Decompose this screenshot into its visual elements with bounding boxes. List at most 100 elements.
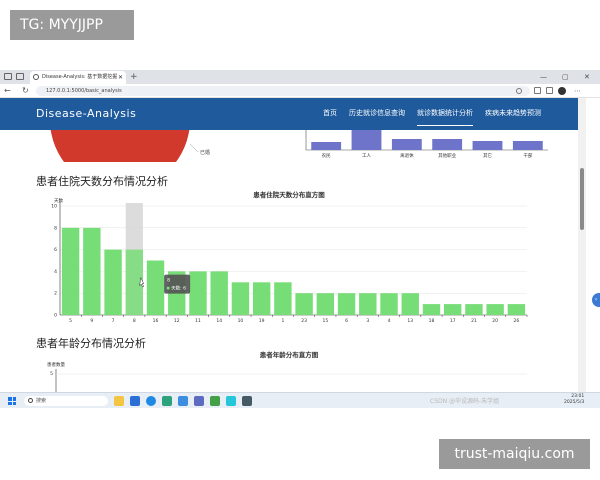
nav-history-query[interactable]: 历史就诊信息查询 (349, 98, 405, 128)
close-window-icon[interactable]: ✕ (584, 70, 590, 84)
back-icon[interactable]: ← (4, 84, 11, 98)
taskbar: 搜索 CSDN @毕设源码-朱学姐 23:01 2025/5/3 (0, 392, 600, 408)
top-chart-x-tick: 其它 (483, 152, 492, 159)
x-tick-label: 21 (471, 318, 477, 324)
refresh-icon[interactable]: ↻ (22, 84, 29, 98)
minimize-icon[interactable]: — (540, 70, 547, 84)
top-chart-x-tick: 干部 (523, 152, 532, 159)
y-tick-label: 6 (54, 247, 57, 253)
y-tick-label: 0 (54, 313, 57, 319)
close-tab-icon[interactable]: ✕ (118, 71, 123, 84)
histogram-bar (380, 293, 398, 315)
system-clock[interactable]: 23:01 2025/5/3 (564, 394, 584, 406)
edge-icon[interactable] (146, 396, 156, 406)
new-tab-icon[interactable]: + (130, 70, 138, 84)
histogram-bar (486, 304, 504, 315)
maximize-icon[interactable]: ▢ (562, 70, 569, 84)
histogram-bar (189, 271, 207, 315)
profile-avatar[interactable] (558, 87, 566, 95)
vscode-icon[interactable] (178, 396, 188, 406)
histogram-bar (210, 271, 228, 315)
file-explorer-icon[interactable] (114, 396, 124, 406)
histogram-bar (231, 282, 250, 315)
pie-label-line (189, 143, 199, 153)
pie-label: 已婚 (200, 149, 210, 156)
page-scrollbar[interactable] (578, 98, 586, 392)
y-tick-label: 2 (54, 291, 57, 297)
age-y-axis-label: 患者数量 (47, 361, 65, 368)
nav-home[interactable]: 首页 (323, 98, 337, 128)
histogram-bar (444, 304, 462, 315)
x-tick-label: 1 (281, 318, 284, 324)
age-chart-title: 患者年龄分布直方图 (260, 350, 319, 359)
tooltip-value: 天数: 6 (171, 285, 186, 292)
address-bar: ← ↻ 127.0.0.1:5000/basic_analysis ⋯ (0, 84, 600, 98)
url-field[interactable]: 127.0.0.1:5000/basic_analysis (36, 86, 530, 96)
more-menu-icon[interactable]: ⋯ (574, 84, 581, 98)
histogram-bar (61, 227, 80, 315)
page-content: 已婚 农民 工人 离退休 其他职业 其它 干部 患者住院天数分布情况分析 患者住院天数分布直… (0, 130, 578, 392)
console-icon[interactable] (242, 396, 252, 406)
search-icon (28, 398, 33, 403)
browser-tab-strip: Disease-Analysis: 基于数据挖掘 ✕ + — ▢ ✕ (0, 70, 600, 84)
x-tick-label: 20 (492, 318, 498, 324)
y-tick-label: 4 (54, 269, 57, 275)
pen-app-icon[interactable] (194, 396, 204, 406)
x-tick-label: 3 (366, 318, 369, 324)
favorite-icon[interactable] (516, 88, 522, 94)
top-watermark-banner: TG: MYYJJPP (10, 10, 134, 40)
pie-slice-fragment (50, 130, 190, 162)
extensions-icon[interactable] (534, 87, 541, 94)
bottom-watermark-banner: trust-maiqiu.com (439, 439, 590, 469)
x-tick-label: 11 (195, 318, 201, 324)
taskbar-search-placeholder: 搜索 (36, 398, 47, 404)
top-bar (311, 142, 342, 150)
site-brand[interactable]: Disease-Analysis (36, 98, 136, 130)
top-bar (472, 141, 503, 150)
browser-tab-title: Disease-Analysis: 基于数据挖掘 (42, 74, 118, 80)
windows-start-icon[interactable] (8, 397, 16, 405)
x-tick-label: 12 (174, 318, 180, 324)
workspaces-icon[interactable] (4, 73, 12, 80)
scrollbar-thumb[interactable] (580, 168, 584, 230)
histogram-bar (146, 260, 165, 315)
histogram-bar (507, 304, 526, 315)
split-screen-icon[interactable] (546, 87, 553, 94)
x-tick-label: 6 (345, 318, 348, 324)
x-tick-label: 18 (429, 318, 435, 324)
histogram-bar (104, 249, 122, 315)
taskbar-search[interactable]: 搜索 (24, 396, 108, 406)
browser-tab[interactable]: Disease-Analysis: 基于数据挖掘 ✕ (30, 71, 126, 84)
terminal-app-icon[interactable] (210, 396, 220, 406)
stay-days-histogram: 患者住院天数分布直方图天数02468105 9 7 8 16 12 11 14 10 19 1 23 1… (51, 190, 528, 324)
pycharm-icon[interactable] (162, 396, 172, 406)
y-tick-label: 10 (51, 204, 57, 210)
site-navbar: Disease-Analysis 首页 历史就诊信息查询 就诊数据统计分析 疾病… (0, 98, 578, 130)
histogram-bar (422, 304, 441, 315)
histogram-bar (83, 227, 101, 315)
y-tick-label: 8 (54, 225, 57, 231)
histogram-bar (359, 293, 377, 315)
x-tick-label: 17 (450, 318, 456, 324)
top-chart-x-tick: 农民 (322, 152, 331, 159)
x-tick-label: 5 (69, 318, 72, 324)
x-tick-label: 13 (407, 318, 413, 324)
photos-icon[interactable] (226, 396, 236, 406)
x-tick-label: 15 (322, 318, 328, 324)
store-icon[interactable] (130, 396, 140, 406)
url-text: 127.0.0.1:5000/basic_analysis (46, 88, 122, 94)
histogram-bar (465, 304, 483, 315)
histogram-bar (316, 293, 335, 315)
histogram-bar (337, 293, 356, 315)
sidebar-toggle-icon[interactable]: ‹ (592, 293, 600, 307)
tab-actions-icon[interactable] (16, 73, 24, 80)
nav-trend-prediction[interactable]: 疾病未来趋势预测 (485, 98, 541, 128)
x-tick-label: 7 (112, 318, 115, 324)
x-tick-label: 9 (90, 318, 93, 324)
tooltip-marker (166, 286, 170, 290)
globe-icon (33, 74, 39, 80)
age-histogram-fragment: 患者年龄分布直方图患者数量 5 (47, 350, 527, 392)
nav-statistics[interactable]: 就诊数据统计分析 (417, 99, 473, 126)
histogram-bar (295, 293, 313, 315)
histogram-bar (252, 282, 271, 315)
